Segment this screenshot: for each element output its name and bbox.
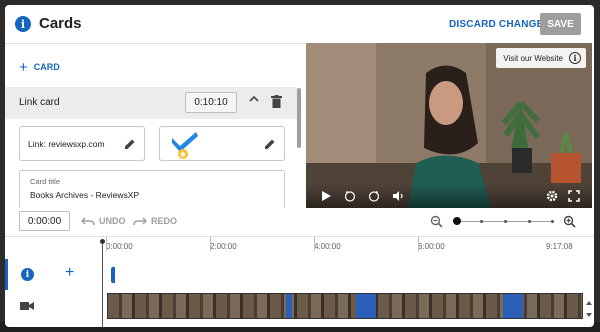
card-editor-panel: + CARD Link card 0:10:10 Link: reviewsxp… — [5, 43, 305, 208]
card-marker[interactable] — [111, 267, 115, 283]
volume-icon[interactable] — [392, 190, 404, 202]
ruler-tick: 6:00:00 — [418, 237, 445, 251]
card-image-field[interactable] — [159, 126, 285, 161]
add-card-plus-icon[interactable]: + — [65, 265, 74, 281]
play-icon[interactable] — [320, 190, 332, 202]
redo-icon — [133, 217, 147, 226]
redo-label: REDO — [151, 216, 178, 226]
dialog-title: Cards — [39, 15, 82, 32]
player-controls — [306, 184, 592, 208]
cards-dialog: i Cards DISCARD CHANGES SAVE + CARD Link… — [5, 5, 594, 327]
discard-changes-button[interactable]: DISCARD CHANGES — [449, 19, 550, 30]
zoom-step-dot — [480, 220, 483, 223]
frame-highlight — [286, 294, 292, 318]
dialog-header: i Cards DISCARD CHANGES SAVE — [5, 5, 594, 43]
info-circle-icon[interactable]: i — [569, 52, 581, 64]
chevron-up-icon[interactable] — [248, 93, 260, 105]
timeline-ruler: 0:00:00 2:00:00 4:00:00 6:00:00 9:17:08 — [102, 237, 584, 257]
frame-highlight — [356, 294, 376, 318]
timeline-scroll-arrows[interactable] — [586, 299, 592, 319]
timeline-toolbar: 0:00:00 UNDO REDO — [5, 208, 594, 236]
ruler-tick: 4:00:00 — [314, 237, 341, 251]
video-preview[interactable]: Visit our Website i — [306, 43, 592, 208]
ruler-tick: 9:17:08 — [546, 242, 573, 251]
fullscreen-icon[interactable] — [568, 190, 580, 202]
add-card-button[interactable]: + CARD — [19, 58, 60, 76]
save-button[interactable]: SAVE — [540, 13, 581, 35]
current-time-field[interactable]: 0:00:00 — [19, 211, 70, 231]
zoom-in-icon[interactable] — [563, 215, 576, 228]
visit-website-label: Visit our Website — [503, 53, 563, 63]
cards-track-info-icon: i — [21, 268, 34, 281]
undo-icon — [81, 217, 95, 226]
info-icon: i — [15, 16, 31, 32]
cards-track: i + — [5, 259, 585, 290]
video-thumbnail-strip[interactable] — [107, 293, 583, 319]
edit-link-pencil-icon[interactable] — [124, 138, 136, 150]
undo-button[interactable]: UNDO — [81, 216, 126, 226]
link-card-row[interactable]: Link card 0:10:10 — [5, 87, 297, 119]
card-type-label: Link card — [19, 97, 60, 108]
undo-label: UNDO — [99, 216, 126, 226]
zoom-out-icon[interactable] — [430, 215, 443, 228]
frame-highlight — [503, 294, 523, 318]
redo-button[interactable]: REDO — [133, 216, 177, 226]
playhead[interactable] — [100, 239, 105, 327]
video-camera-icon — [20, 302, 34, 310]
editor-scrollbar[interactable] — [297, 88, 301, 148]
zoom-step-dot — [528, 220, 531, 223]
website-logo-icon — [172, 132, 198, 159]
link-text: Link: reviewsxp.com — [28, 139, 105, 149]
plus-icon: + — [19, 58, 28, 76]
forward-icon[interactable] — [368, 190, 380, 202]
add-card-label: CARD — [33, 62, 60, 72]
cards-lane[interactable] — [102, 259, 585, 290]
zoom-step-dot — [551, 220, 554, 223]
edit-image-pencil-icon[interactable] — [264, 138, 276, 150]
trash-icon[interactable] — [271, 95, 282, 108]
visit-website-overlay[interactable]: Visit our Website i — [496, 48, 586, 68]
zoom-slider[interactable] — [453, 217, 554, 225]
link-field[interactable]: Link: reviewsxp.com — [19, 126, 145, 161]
ruler-tick: 2:00:00 — [210, 237, 237, 251]
zoom-slider-knob[interactable] — [453, 217, 461, 225]
card-time-field[interactable]: 0:10:10 — [185, 92, 237, 113]
card-title-field[interactable]: Card title Books Archives - ReviewsXP — [19, 170, 285, 208]
ruler-tick: 0:00:00 — [106, 237, 133, 251]
zoom-step-dot — [504, 220, 507, 223]
rewind-icon[interactable] — [344, 190, 356, 202]
track-selection-indicator — [5, 259, 8, 290]
card-title-label: Card title — [30, 177, 61, 186]
video-track — [5, 292, 585, 322]
playhead-cap[interactable] — [100, 239, 105, 244]
card-title-value: Books Archives - ReviewsXP — [30, 190, 140, 200]
timeline: 0:00:00 2:00:00 4:00:00 6:00:00 9:17:08 … — [5, 236, 594, 327]
settings-gear-icon[interactable] — [546, 190, 558, 202]
